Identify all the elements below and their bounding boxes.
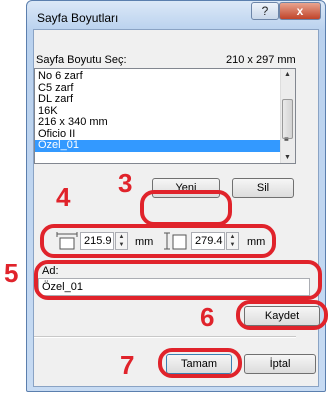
list-header-label: Sayfa Boyutu Seç:	[36, 54, 127, 66]
callout-number-4: 4	[56, 182, 71, 212]
callout-number-7: 7	[120, 350, 135, 380]
callout-ring-6	[236, 300, 328, 330]
list-item[interactable]: No 6 zarf	[35, 70, 280, 83]
callout-number-6: 6	[200, 302, 215, 332]
list-item[interactable]: 216 x 340 mm	[35, 116, 280, 129]
scroll-up-icon[interactable]: ▲	[284, 71, 291, 78]
list-item[interactable]: Özel_01	[35, 139, 280, 152]
separator	[34, 336, 296, 338]
callout-ring-3	[140, 190, 232, 226]
list-scrollbar[interactable]: ▲ ≡ ▼	[280, 69, 295, 163]
scroll-down-icon[interactable]: ▼	[284, 154, 291, 161]
paper-size-list[interactable]: No 6 zarf C5 zarf DL zarf 16K 216 x 340 mm Of…	[34, 68, 296, 164]
cancel-button[interactable]: İptal	[244, 354, 316, 374]
list-item[interactable]: DL zarf	[35, 93, 280, 106]
callout-ring-5	[34, 260, 322, 300]
scroll-grip-icon: ≡	[284, 135, 289, 144]
callout-number-5: 5	[4, 258, 19, 288]
callout-ring-4	[40, 224, 276, 258]
dialog-title: Sayfa Boyutları	[37, 11, 119, 25]
callout-ring-7	[158, 348, 242, 378]
current-size-readout: 210 x 297 mm	[226, 54, 296, 66]
delete-button[interactable]: Sil	[232, 178, 294, 198]
help-button[interactable]: ?	[251, 2, 279, 20]
close-button[interactable]: x	[279, 2, 321, 20]
scroll-thumb[interactable]	[282, 99, 293, 139]
callout-number-3: 3	[118, 168, 133, 198]
